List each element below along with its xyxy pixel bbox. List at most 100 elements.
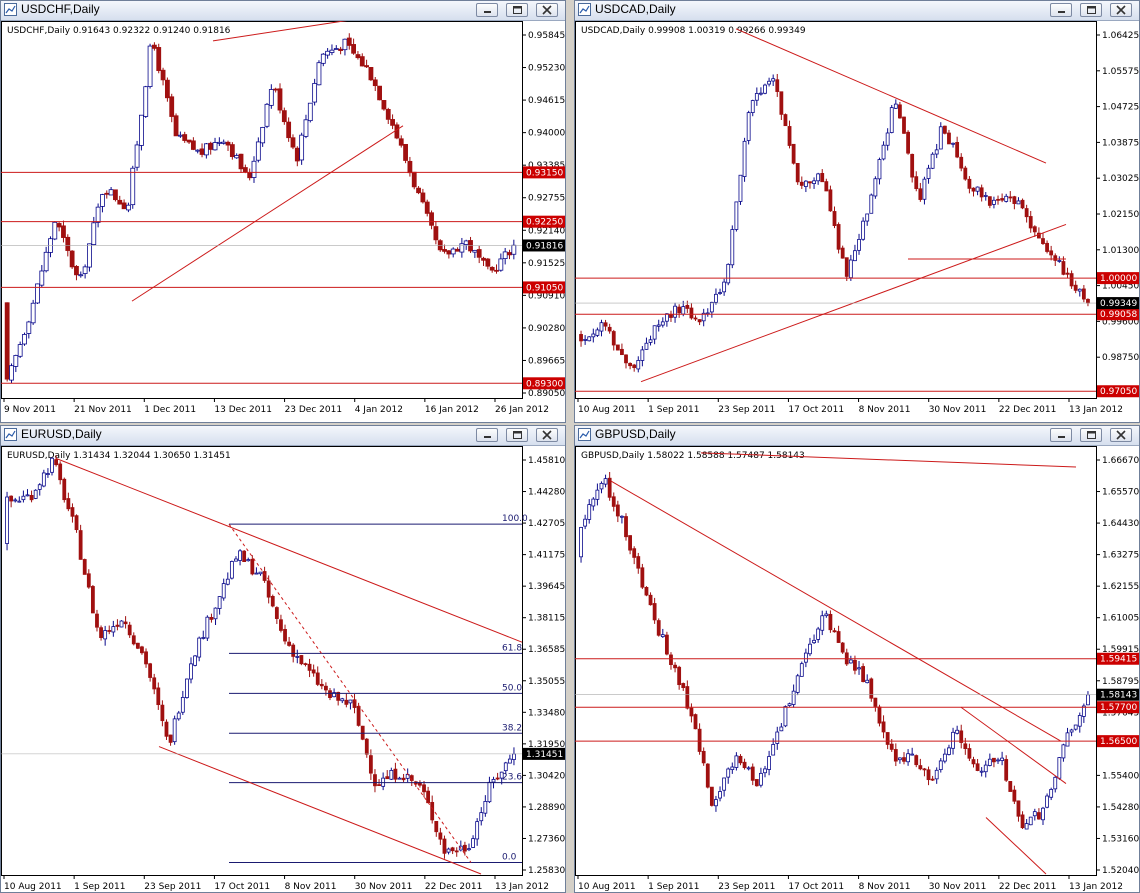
candle-body (273, 88, 279, 91)
candle-body (393, 768, 398, 780)
candle-body (189, 663, 193, 680)
candle-body (828, 189, 833, 212)
minimize-button[interactable] (476, 3, 498, 17)
close-button[interactable] (1110, 428, 1132, 442)
minimize-button[interactable] (1050, 428, 1072, 442)
ohlc-info-text: USDCHF,Daily 0.91643 0.92322 0.91240 0.9… (7, 26, 231, 36)
candle-body (107, 630, 112, 632)
chart-area-usdchf[interactable]: USDCHF,Daily 0.91643 0.92322 0.91240 0.9… (1, 21, 565, 423)
candle-body (587, 336, 592, 342)
candle-body (434, 821, 439, 833)
candle-body (893, 103, 898, 109)
candle-body (983, 764, 988, 773)
candle-body (411, 171, 417, 188)
candle-body (730, 766, 735, 771)
close-button[interactable] (536, 3, 558, 17)
candle-body (475, 821, 480, 840)
candle-body (767, 80, 771, 85)
candle-body (587, 504, 592, 520)
candle-body (611, 331, 616, 346)
candle-body (507, 758, 512, 764)
chart-window-usdchf[interactable]: USDCHF,Daily USDCHF,Daily 0.91643 0.9232… (0, 0, 566, 423)
candle-body (918, 765, 923, 770)
candle-body (648, 339, 653, 343)
candle-body (853, 250, 857, 262)
candle-body (685, 304, 690, 309)
ohlc-info-text: GBPUSD,Daily 1.58022 1.58588 1.57487 1.5… (581, 451, 805, 461)
plot-frame (575, 21, 1097, 399)
candle-body (816, 628, 821, 640)
candle-body (971, 187, 976, 192)
candle-body (926, 167, 931, 179)
candle-body (152, 677, 157, 690)
candle-body (299, 655, 304, 665)
chart-area-eurusd[interactable]: EURUSD,Daily 1.31434 1.32044 1.30650 1.3… (1, 446, 565, 892)
candle-body (177, 134, 183, 137)
candle-body (450, 248, 456, 255)
x-tick-label: 1 Dec 2011 (144, 405, 196, 415)
candle-body (603, 322, 608, 327)
candle-body (693, 317, 698, 320)
candle-body (734, 755, 739, 768)
candle-body (46, 473, 50, 475)
close-button[interactable] (536, 428, 558, 442)
window-titlebar[interactable]: USDCAD,Daily (575, 1, 1139, 21)
window-titlebar[interactable]: USDCHF,Daily (1, 1, 565, 21)
candle-body (791, 143, 796, 164)
chart-area-usdcad[interactable]: USDCAD,Daily 0.99908 1.00319 0.99266 0.9… (575, 21, 1139, 423)
window-titlebar[interactable]: GBPUSD,Daily (575, 426, 1139, 446)
fibonacci-level-label: 100.0 (502, 514, 528, 524)
window-titlebar[interactable]: EURUSD,Daily (1, 426, 565, 446)
candle-body (156, 687, 161, 706)
chart-area-gbpusd[interactable]: GBPUSD,Daily 1.58022 1.58588 1.57487 1.5… (575, 446, 1139, 892)
candle-body (320, 53, 326, 64)
maximize-button[interactable] (506, 428, 528, 442)
chart-window-usdcad[interactable]: USDCAD,Daily USDCAD,Daily 0.99908 1.0031… (574, 0, 1140, 423)
candle-body (763, 768, 767, 774)
minimize-button[interactable] (476, 428, 498, 442)
candle-body (494, 269, 499, 272)
candle-body (599, 482, 604, 490)
maximize-button[interactable] (1080, 428, 1102, 442)
candle-body (857, 239, 861, 251)
candle-body (403, 143, 408, 161)
candle-body (1041, 807, 1045, 821)
candle-body (303, 119, 309, 137)
candle-body (681, 306, 686, 315)
candle-body (1065, 272, 1070, 275)
y-tick-label: 0.98750 (1102, 353, 1139, 363)
candle-body (160, 704, 165, 722)
candle-body (693, 714, 698, 730)
chart-window-icon (4, 3, 17, 16)
candle-body (17, 500, 22, 503)
candle-body (783, 706, 788, 727)
candle-body (615, 504, 620, 517)
y-tick-label: 1.54280 (1102, 803, 1139, 813)
x-tick-label: 1 Sep 2011 (74, 882, 125, 892)
close-button[interactable] (1110, 3, 1132, 17)
y-tick-label: 0.94000 (528, 129, 565, 139)
candle-body (848, 259, 853, 279)
candle-body (438, 832, 443, 840)
candle-body (312, 83, 318, 103)
candle-body (430, 802, 435, 821)
candle-body (599, 322, 604, 332)
chart-window-gbpusd[interactable]: GBPUSD,Daily GBPUSD,Daily 1.58022 1.5858… (574, 425, 1140, 893)
candle-body (934, 149, 939, 155)
y-tick-label: 1.06425 (1102, 31, 1139, 41)
candle-body (1086, 298, 1090, 304)
candle-body (250, 558, 255, 575)
candle-body (283, 629, 287, 642)
candle-body (579, 526, 583, 558)
minimize-button[interactable] (1050, 3, 1072, 17)
candle-body (90, 586, 95, 614)
maximize-button[interactable] (1080, 3, 1102, 17)
maximize-button[interactable] (506, 3, 528, 17)
candle-body (303, 663, 308, 666)
candle-body (836, 224, 841, 250)
candle-body (195, 149, 201, 152)
chart-window-icon (4, 428, 17, 441)
candle-body (746, 112, 751, 141)
y-tick-label: 1.52040 (1102, 866, 1139, 876)
chart-window-eurusd[interactable]: EURUSD,Daily EURUSD,Daily 1.31434 1.3204… (0, 425, 566, 893)
